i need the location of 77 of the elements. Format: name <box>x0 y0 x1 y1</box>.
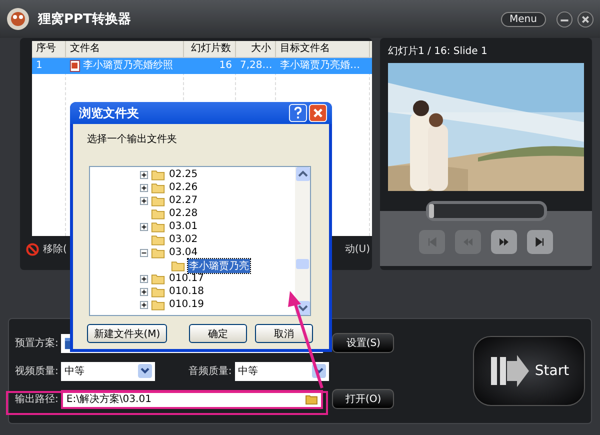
dialog-title: 浏览文件夹 <box>79 104 139 122</box>
open-button[interactable]: 打开(O) <box>332 389 394 409</box>
close-icon[interactable] <box>577 10 594 28</box>
expand-icon[interactable] <box>140 222 148 230</box>
folder-icon <box>151 272 165 284</box>
expand-icon[interactable] <box>140 288 148 296</box>
tree-item[interactable]: 010.18 <box>168 286 205 297</box>
folder-icon[interactable] <box>305 394 318 404</box>
menu-button[interactable]: Menu <box>500 12 546 26</box>
expand-icon[interactable] <box>140 300 148 308</box>
position-slider[interactable] <box>426 201 546 221</box>
folder-icon <box>151 194 165 206</box>
video-quality-dropdown[interactable]: 中等 <box>61 362 156 380</box>
scrollbar-thumb[interactable] <box>296 259 309 269</box>
collapse-icon[interactable] <box>140 248 148 256</box>
column-header[interactable]: 序号 <box>32 41 66 57</box>
column-header[interactable]: 幻灯片数 <box>184 41 236 57</box>
window-title: 狸窝PPT转换器 <box>38 10 131 28</box>
table-cell-text: 李小璐贾乃亮婚… <box>279 58 361 73</box>
dialog-button[interactable]: 新建文件夹(M) <box>87 324 167 343</box>
column-header[interactable]: 大小 <box>236 41 276 57</box>
logo-icon <box>6 7 30 31</box>
folder-icon <box>151 234 165 246</box>
table-cell-text: 16 <box>218 59 233 73</box>
expand-icon[interactable] <box>140 184 148 192</box>
tree-item[interactable]: 李小璐贾乃亮 <box>188 258 250 272</box>
preset-label: 预置方案: <box>15 336 58 350</box>
expand-icon[interactable] <box>140 170 148 178</box>
next-button[interactable] <box>527 230 553 254</box>
table-cell-text: 李小璐贾乃亮婚纱照 <box>83 58 173 73</box>
scroll-up-icon[interactable] <box>296 167 310 181</box>
folder-icon <box>151 182 165 194</box>
scrollbar[interactable] <box>295 167 310 315</box>
expand-icon[interactable] <box>140 196 148 204</box>
folder-icon <box>171 260 185 272</box>
dialog-button[interactable]: 取消 <box>255 324 313 343</box>
folder-icon <box>151 298 165 310</box>
ppt-file-icon <box>70 60 80 72</box>
tree-item[interactable]: 010.19 <box>168 299 205 310</box>
tree-item[interactable]: 03.01 <box>168 221 199 232</box>
help-icon[interactable] <box>289 104 307 122</box>
dialog-button[interactable]: 确定 <box>189 324 247 343</box>
start-button[interactable]: Start <box>473 336 585 406</box>
tree-item[interactable]: 03.02 <box>168 234 199 245</box>
folder-icon <box>151 220 165 232</box>
dialog-prompt: 选择一个输出文件夹 <box>87 132 178 147</box>
audio-quality-label: 音频质量: <box>188 364 232 378</box>
tree-item[interactable]: 02.28 <box>168 208 199 219</box>
fast-forward-icon <box>498 236 510 248</box>
minimize-icon[interactable] <box>556 10 573 28</box>
remove-icon[interactable] <box>26 242 39 256</box>
folder-icon <box>151 208 165 220</box>
table-cell-text: 1 <box>35 59 44 73</box>
tree-item[interactable]: 010.17 <box>168 273 205 284</box>
folder-icon <box>151 286 165 298</box>
move-button[interactable]: 动(U) <box>344 242 370 256</box>
folder-icon <box>151 168 165 180</box>
slider-thumb[interactable] <box>428 204 434 218</box>
output-path-label: 输出路径: <box>15 392 58 406</box>
fast-forward-button[interactable] <box>491 230 517 254</box>
slide-caption: 幻灯片1 / 16: Slide 1 <box>388 44 488 58</box>
tree-item[interactable]: 02.27 <box>168 195 199 206</box>
expand-icon[interactable] <box>140 274 148 282</box>
folder-icon <box>151 246 165 258</box>
tree-item[interactable]: 03.04 <box>168 247 199 258</box>
video-quality-label: 视频质量: <box>15 364 58 378</box>
column-header[interactable]: 文件名 <box>66 41 184 57</box>
audio-quality-dropdown[interactable]: 中等 <box>234 362 329 380</box>
tree-item[interactable]: 02.26 <box>168 182 199 193</box>
remove-button[interactable]: 移除( <box>43 242 67 256</box>
column-header[interactable]: 目标文件名 <box>276 41 370 57</box>
tree-item[interactable]: 02.25 <box>168 169 199 180</box>
settings-button[interactable]: 设置(S) <box>332 333 394 353</box>
table-cell-text: 7,28… <box>239 59 274 73</box>
rewind-icon <box>462 236 474 248</box>
skip-forward-icon <box>534 236 546 248</box>
skip-back-icon <box>426 236 438 248</box>
